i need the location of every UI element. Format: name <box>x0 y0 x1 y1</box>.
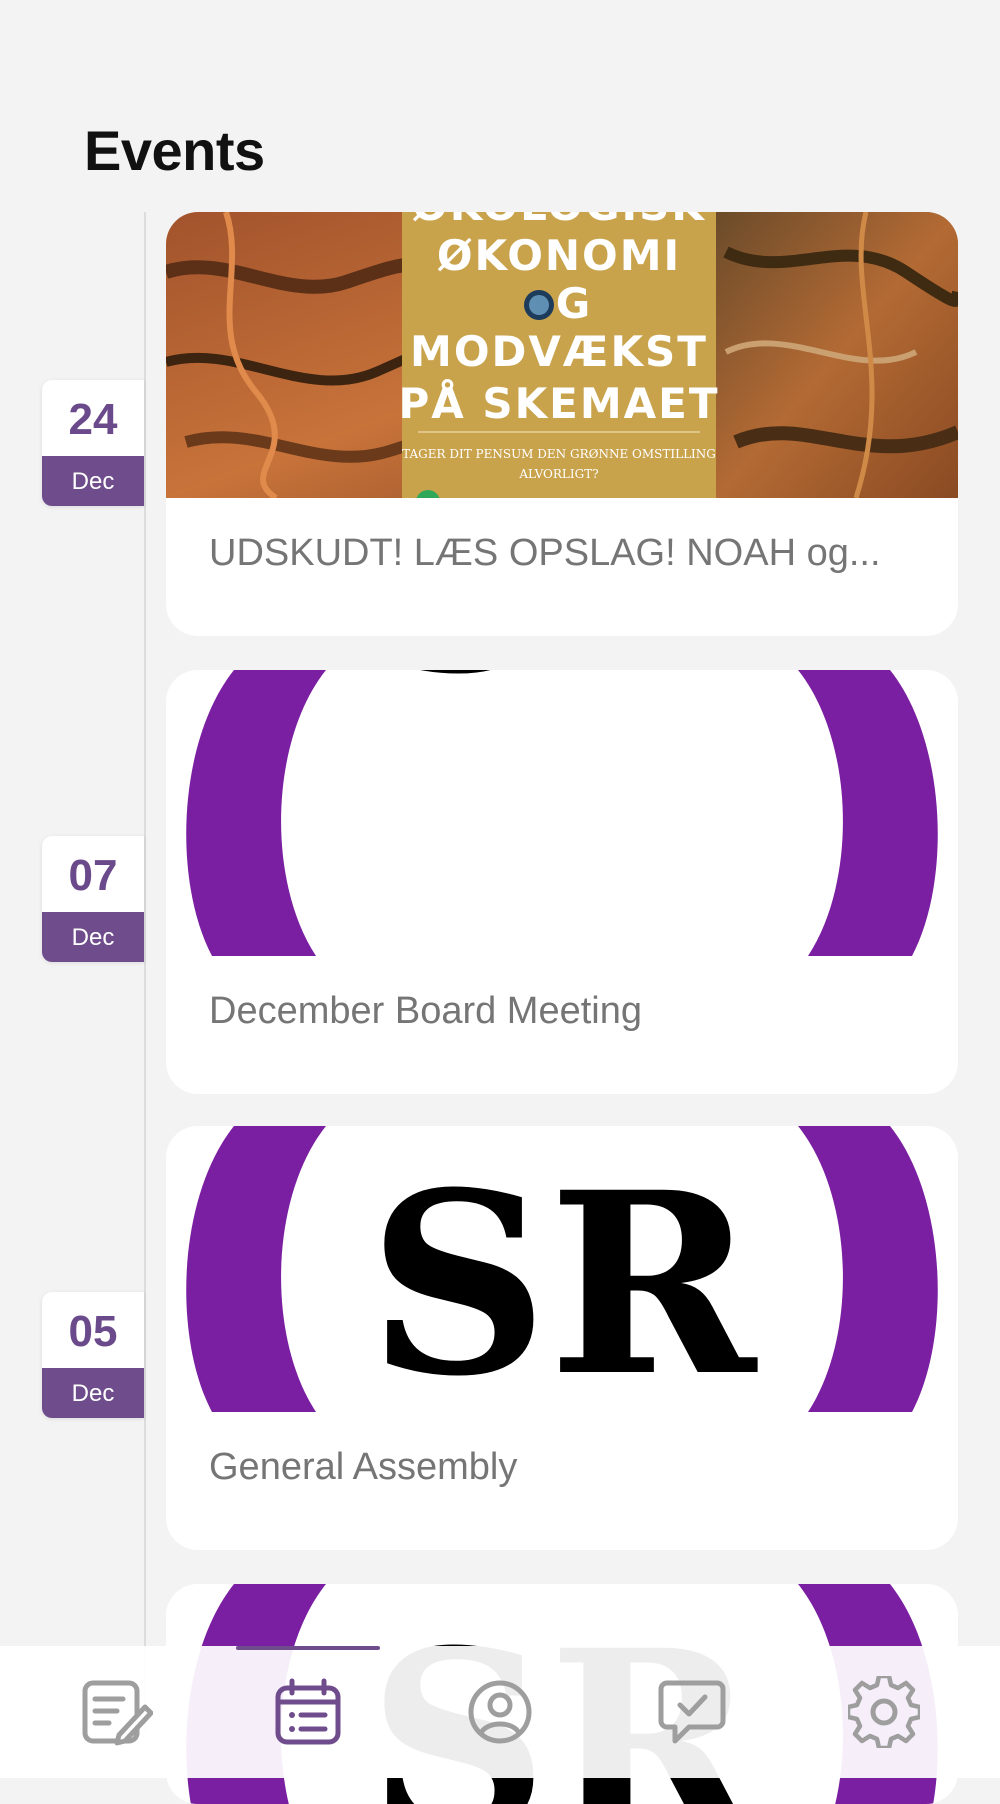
poster-subtitle: ALVORLIGT? <box>518 467 598 481</box>
date-day: 05 <box>42 1292 144 1368</box>
event-title: December Board Meeting <box>209 990 642 1032</box>
poster-subtitle: TAGER DIT PENSUM DEN GRØNNE OMSTILLING <box>402 447 716 461</box>
date-badge: 07 Dec <box>42 836 144 962</box>
nav-settings[interactable] <box>784 1646 984 1778</box>
poster-line: ØKONOMI <box>437 231 681 280</box>
nav-notes[interactable] <box>16 1646 216 1778</box>
date-month: Dec <box>42 912 144 962</box>
event-poster-image: ØKOLOGISK ØKONOMI G MODVÆKST PÅ SKEMAET … <box>166 212 958 498</box>
calendar-icon <box>275 1678 341 1745</box>
timeline-line <box>144 212 146 1732</box>
event-card[interactable]: SR General Assembly <box>166 1126 958 1550</box>
sr-logo-text: SR <box>368 1137 759 1412</box>
event-card[interactable]: SR December Board Meeting <box>166 670 958 1094</box>
poster-line: MODVÆKST <box>410 327 708 376</box>
poster-line: ØKOLOGISK <box>412 212 706 230</box>
date-month: Dec <box>42 1368 144 1418</box>
notes-edit-icon <box>82 1680 153 1746</box>
profile-icon <box>468 1680 532 1744</box>
sr-logo-image: SR <box>166 1126 958 1412</box>
date-badge: 05 Dec <box>42 1292 144 1418</box>
chat-check-icon <box>658 1680 726 1744</box>
bottom-navigation <box>0 1646 1000 1778</box>
nav-events[interactable] <box>208 1646 408 1778</box>
date-badge: 24 Dec <box>42 380 144 506</box>
sr-logo-text: SR <box>368 670 759 729</box>
active-tab-indicator <box>236 1646 380 1650</box>
page-title: Events <box>84 119 265 182</box>
sr-logo-image: SR <box>166 670 958 956</box>
date-month: Dec <box>42 456 144 506</box>
date-day: 07 <box>42 836 144 912</box>
poster-line: G <box>556 279 592 328</box>
date-day: 24 <box>42 380 144 456</box>
nav-messages[interactable] <box>592 1646 792 1778</box>
poster-line: PÅ SKEMAET <box>398 378 719 428</box>
gear-icon <box>848 1676 920 1748</box>
event-title: UDSKUDT! LÆS OPSLAG! NOAH og... <box>209 532 881 574</box>
event-card[interactable]: ØKOLOGISK ØKONOMI G MODVÆKST PÅ SKEMAET … <box>166 212 958 636</box>
event-title: General Assembly <box>209 1446 518 1488</box>
nav-profile[interactable] <box>400 1646 600 1778</box>
